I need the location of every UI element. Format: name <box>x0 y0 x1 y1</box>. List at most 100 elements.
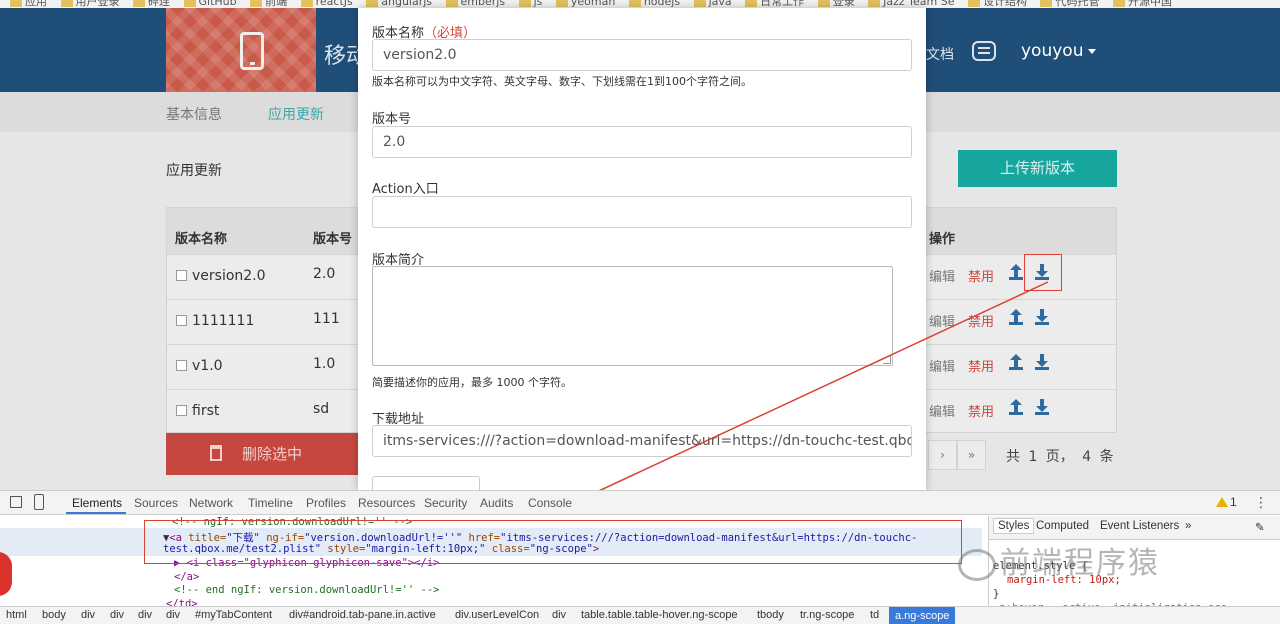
section-title: 应用更新 <box>166 163 222 179</box>
more-menu-icon[interactable]: ⋮ <box>1254 495 1268 511</box>
breadcrumb-item[interactable]: tbody <box>757 609 784 621</box>
tab-app-update[interactable]: 应用更新 <box>268 104 324 124</box>
more-tabs-icon[interactable]: » <box>1185 520 1191 532</box>
dom-node-comment[interactable]: <!-- end ngIf: version.downloadUrl!='' -… <box>174 584 440 596</box>
docs-link[interactable]: 文档 <box>926 44 954 64</box>
bookmark-item[interactable]: 应用 <box>10 0 47 8</box>
edit-link[interactable]: 编辑 <box>929 401 955 420</box>
bookmark-item[interactable]: java <box>693 0 732 8</box>
bookmark-item[interactable]: 设计结构 <box>967 0 1027 8</box>
bookmark-item[interactable]: emberjs <box>445 0 505 8</box>
breadcrumb-item[interactable]: body <box>42 609 66 621</box>
row-checkbox[interactable] <box>176 270 187 281</box>
edit-link[interactable]: 编辑 <box>929 356 955 375</box>
version-number-input[interactable]: 2.0 <box>372 126 912 158</box>
devtools-tab-security[interactable]: Security <box>424 496 467 510</box>
last-page-button[interactable]: » <box>957 440 986 470</box>
devtools-tab-console[interactable]: Console <box>528 496 572 510</box>
folder-icon <box>967 0 980 7</box>
folder-icon <box>366 0 379 7</box>
breadcrumb-item-active[interactable]: a.ng-scope <box>889 607 956 624</box>
edit-link[interactable]: 编辑 <box>929 266 955 285</box>
breadcrumb-item[interactable]: div <box>166 609 180 621</box>
download-icon[interactable] <box>1035 399 1049 415</box>
download-icon[interactable] <box>1035 354 1049 370</box>
bookmark-item[interactable]: angularjs <box>366 0 432 8</box>
message-icon[interactable] <box>972 41 996 61</box>
pin-icon[interactable]: ✎ <box>1255 520 1265 534</box>
devtools-tab-resources[interactable]: Resources <box>358 496 415 510</box>
breadcrumb-item[interactable]: td <box>870 609 879 621</box>
icon-part <box>1014 270 1018 277</box>
bookmark-item[interactable]: 开源中国 <box>1112 0 1172 8</box>
side-tab-event-listeners[interactable]: Event Listeners <box>1100 520 1179 532</box>
breadcrumb-item[interactable]: tr.ng-scope <box>800 609 854 621</box>
bookmark-item[interactable]: js <box>518 0 542 8</box>
disable-link[interactable]: 禁用 <box>968 311 994 330</box>
breadcrumb-item[interactable]: div#android.tab-pane.in.active <box>289 609 436 621</box>
download-url-input[interactable]: itms-services:///?action=download-manife… <box>372 425 912 457</box>
bookmark-item[interactable]: 代码托管 <box>1040 0 1099 8</box>
download-icon[interactable] <box>1035 309 1049 325</box>
upload-icon[interactable] <box>1009 264 1023 280</box>
row-checkbox[interactable] <box>176 315 187 326</box>
devtools-toolbar: Elements Sources Network Timeline Profil… <box>0 491 1280 515</box>
side-tab-computed[interactable]: Computed <box>1036 520 1089 532</box>
upload-icon[interactable] <box>1009 309 1023 325</box>
row-checkbox[interactable] <box>176 405 187 416</box>
upload-icon[interactable] <box>1009 354 1023 370</box>
edit-link[interactable]: 编辑 <box>929 311 955 330</box>
app-logo[interactable] <box>166 8 316 92</box>
breadcrumb-item[interactable]: div <box>81 609 95 621</box>
bookmark-item[interactable]: 用户登录 <box>60 0 120 8</box>
devtools-tab-audits[interactable]: Audits <box>480 496 513 510</box>
bookmark-item[interactable]: 日常工作 <box>745 0 804 8</box>
version-name-input[interactable]: version2.0 <box>372 39 912 71</box>
bookmark-item[interactable]: Jazz Team Se <box>868 0 954 8</box>
upload-new-version-button[interactable]: 上传新版本 <box>958 150 1117 187</box>
icon-part <box>1014 360 1018 367</box>
next-page-button[interactable]: › <box>928 440 957 470</box>
description-textarea[interactable] <box>372 266 893 366</box>
side-tab-styles[interactable]: Styles <box>993 518 1035 534</box>
bookmark-item[interactable]: yeoman <box>555 0 615 8</box>
devtools-tab-sources[interactable]: Sources <box>134 496 178 510</box>
version-number: sd <box>313 401 330 417</box>
icon-part <box>1009 412 1023 415</box>
modal-file-button[interactable] <box>372 476 480 490</box>
row-checkbox[interactable] <box>176 360 187 371</box>
upload-icon[interactable] <box>1009 399 1023 415</box>
warning-icon <box>1216 497 1228 507</box>
bookmark-item[interactable]: 前端 <box>250 0 287 8</box>
resize-grip-icon[interactable] <box>883 356 891 364</box>
action-entry-input[interactable] <box>372 196 912 228</box>
delete-selected-button[interactable]: 删除选中 <box>166 433 361 475</box>
disable-link[interactable]: 禁用 <box>968 401 994 420</box>
disable-link[interactable]: 禁用 <box>968 266 994 285</box>
bookmark-item[interactable]: nodejs <box>628 0 680 8</box>
breadcrumb-item[interactable]: table.table.table-hover.ng-scope <box>581 609 738 621</box>
disable-link[interactable]: 禁用 <box>968 356 994 375</box>
breadcrumb-item[interactable]: div <box>138 609 152 621</box>
icon-part <box>1035 367 1049 370</box>
devtools-tab-network[interactable]: Network <box>189 496 233 510</box>
breadcrumb-item[interactable]: #myTabContent <box>195 609 272 621</box>
bookmark-item[interactable]: 碎连 <box>133 0 170 8</box>
breadcrumb-item[interactable]: div <box>552 609 566 621</box>
warning-counter[interactable]: 1 <box>1216 495 1237 509</box>
dom-node-close[interactable]: </a> <box>174 571 199 583</box>
tab-basic-info[interactable]: 基本信息 <box>166 104 222 124</box>
device-mode-icon[interactable] <box>34 494 44 510</box>
bookmark-item[interactable]: GitHub <box>183 0 237 8</box>
user-menu[interactable]: youyou <box>1021 41 1097 61</box>
bookmark-item[interactable]: 登录 <box>817 0 855 8</box>
breadcrumb-item[interactable]: div <box>110 609 124 621</box>
devtools-tab-elements[interactable]: Elements <box>72 496 122 510</box>
bookmark-item[interactable]: reactJs <box>300 0 353 8</box>
inspect-element-icon[interactable] <box>10 496 22 508</box>
devtools-tab-profiles[interactable]: Profiles <box>306 496 346 510</box>
edit-version-modal: 版本名称（必填） version2.0 版本名称可以为中文字符、英文字母、数字、… <box>358 8 926 490</box>
devtools-tab-timeline[interactable]: Timeline <box>248 496 293 510</box>
breadcrumb-item[interactable]: html <box>6 609 27 621</box>
breadcrumb-item[interactable]: div.userLevelCon <box>455 609 539 621</box>
